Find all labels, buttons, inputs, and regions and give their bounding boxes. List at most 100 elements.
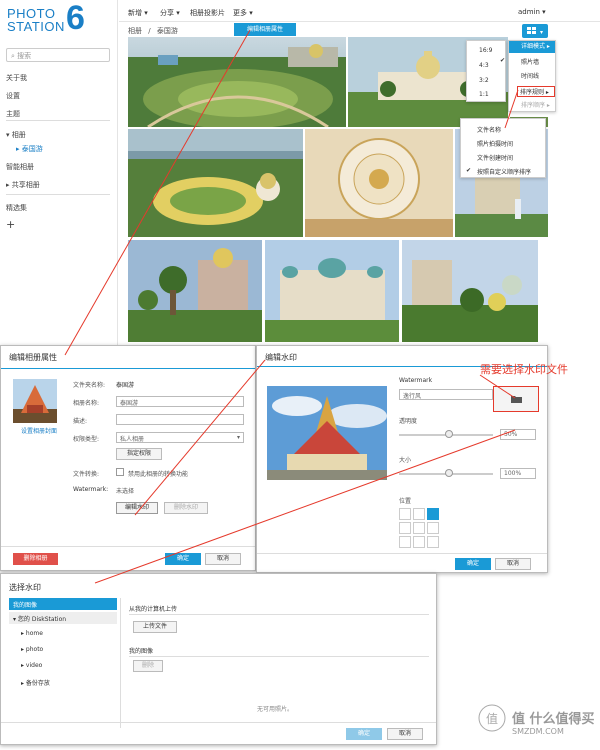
size-label: 大小 xyxy=(399,457,412,464)
menu-item-ratio-3-2[interactable]: 3:2 xyxy=(467,77,505,84)
dialog-title: 编辑水印 xyxy=(265,353,297,362)
disable-conversion-checkbox[interactable] xyxy=(116,468,124,476)
upload-file-button[interactable]: 上传文件 xyxy=(133,621,177,633)
menu-slideshow[interactable]: 相册投影片 xyxy=(190,8,225,18)
menu-item-sort-rule[interactable]: 排序规则 ▸ xyxy=(517,86,555,97)
site-logo-icon: 值 xyxy=(478,704,506,732)
position-cell[interactable] xyxy=(413,508,425,520)
menu-item-label: 排序规则 xyxy=(520,89,545,96)
tree-item-home[interactable]: ▸ home xyxy=(21,630,43,637)
sidebar-item-collections[interactable]: 精选集 xyxy=(6,203,27,213)
position-cell[interactable] xyxy=(399,522,411,534)
photo-image xyxy=(128,129,303,237)
user-menu[interactable]: admin ▾ xyxy=(518,8,546,16)
menu-item-sort-created[interactable]: 文件创建时间 xyxy=(461,153,545,162)
position-cell[interactable] xyxy=(399,536,411,548)
divider xyxy=(1,722,436,723)
position-cell-selected[interactable] xyxy=(427,508,439,520)
photo-image xyxy=(305,129,453,237)
tree-item-backup[interactable]: ▸ 备份存放 xyxy=(21,678,50,687)
ok-button[interactable]: 确定 xyxy=(165,553,201,565)
assign-permission-button[interactable]: 指定权限 xyxy=(116,448,162,460)
ok-button[interactable]: 确定 xyxy=(346,728,382,740)
view-toggle-button[interactable]: ▾ xyxy=(522,24,548,38)
app-logo-number: 6 xyxy=(66,0,85,37)
divider xyxy=(6,120,110,121)
album-cover-thumbnail[interactable] xyxy=(13,379,57,423)
position-cell[interactable] xyxy=(427,522,439,534)
cancel-button[interactable]: 取消 xyxy=(387,728,423,740)
edit-album-button[interactable]: 编辑相册属性 xyxy=(234,23,296,36)
divider xyxy=(257,553,547,554)
photo-palace-teal[interactable] xyxy=(265,240,399,342)
sidebar-item-albums[interactable]: ▾ 相册 xyxy=(6,130,26,140)
menu-item-label: 详细模式 xyxy=(521,43,546,50)
watermark-file-input[interactable]: 逸行风 xyxy=(399,389,493,400)
tree-item-diskstation[interactable]: ▾ 您的 DiskStation xyxy=(9,612,117,624)
position-cell[interactable] xyxy=(399,508,411,520)
edit-watermark-button[interactable]: 编辑水印 xyxy=(116,502,158,514)
menu-item-sort-taken[interactable]: 照片拍摄时间 xyxy=(461,139,545,148)
menu-item-ratio-1-1[interactable]: 1:1 xyxy=(467,91,505,98)
tree-item-photo[interactable]: ▸ photo xyxy=(21,646,43,653)
delete-album-button[interactable]: 删除相册 xyxy=(13,553,58,565)
menu-new[interactable]: 新增 ▾ xyxy=(128,8,148,18)
photo-garden-pattern[interactable] xyxy=(128,129,303,237)
svg-text:值: 值 xyxy=(486,711,498,726)
cancel-button[interactable]: 取消 xyxy=(495,558,531,570)
photo-garden-aerial[interactable] xyxy=(128,37,346,127)
menu-item-timeline[interactable]: 时间线 xyxy=(509,71,555,80)
breadcrumb-root[interactable]: 相册 xyxy=(128,27,142,35)
ok-button[interactable]: 确定 xyxy=(455,558,491,570)
search-input[interactable]: ⌕ 搜索 xyxy=(6,48,110,62)
photo-palace-gardens[interactable] xyxy=(402,240,538,342)
folder-icon xyxy=(511,396,522,403)
menu-item-detail-mode[interactable]: 详细模式 ▸ xyxy=(509,41,555,53)
description-input[interactable] xyxy=(116,414,244,425)
set-cover-link[interactable]: 设置相册封面 xyxy=(21,426,57,435)
divider xyxy=(1,546,255,547)
position-cell[interactable] xyxy=(427,536,439,548)
menu-item-ratio-16-9[interactable]: 16:9 xyxy=(467,47,505,54)
sidebar-item-thailand[interactable]: ▸ 泰国游 xyxy=(16,144,43,154)
add-icon[interactable]: + xyxy=(6,218,15,231)
tree-item-video[interactable]: ▸ video xyxy=(21,662,42,669)
sidebar-item-about[interactable]: 关于我 xyxy=(6,73,27,83)
sidebar-item-theme[interactable]: 主题 xyxy=(6,109,20,119)
watermark-label: Watermark xyxy=(399,377,433,384)
tree-item-my-images[interactable]: 我的图像 xyxy=(9,598,117,610)
select-value: 私人相册 xyxy=(120,436,145,443)
size-slider-handle[interactable] xyxy=(445,469,453,477)
sidebar-item-smart-album[interactable]: 智能相册 xyxy=(6,162,34,172)
divider xyxy=(1,368,255,369)
delete-image-button[interactable]: 删除 xyxy=(133,660,163,672)
opacity-input[interactable]: 50% xyxy=(500,429,536,440)
opacity-slider-handle[interactable] xyxy=(445,430,453,438)
position-cell[interactable] xyxy=(413,522,425,534)
menu-item-sort-filename[interactable]: 文件名称 xyxy=(461,125,545,134)
breadcrumb-current: 泰国游 xyxy=(156,27,178,35)
browse-file-button[interactable] xyxy=(493,386,539,412)
sidebar-item-label: 共享相册 xyxy=(11,181,40,189)
size-input[interactable]: 100% xyxy=(500,468,536,479)
folder-name-value: 泰国游 xyxy=(116,382,135,389)
album-name-input[interactable]: 泰国游 xyxy=(116,396,244,407)
menu-item-sort-custom[interactable]: ✔ 按照自定义顺序排序 xyxy=(461,167,545,176)
sidebar-item-shared[interactable]: ▸ 共享相册 xyxy=(6,180,40,190)
menu-item-photo-wall[interactable]: ✔ 照片墙 xyxy=(500,57,555,66)
position-label: 位置 xyxy=(399,498,412,505)
photo-topiary[interactable] xyxy=(128,240,262,342)
check-icon: ✔ xyxy=(466,167,472,174)
permission-type-select[interactable]: 私人相册 ▾ xyxy=(116,432,244,443)
delete-watermark-button[interactable]: 删除水印 xyxy=(164,502,208,514)
sidebar-item-settings[interactable]: 设置 xyxy=(6,91,20,101)
cancel-button[interactable]: 取消 xyxy=(205,553,241,565)
menu-more[interactable]: 更多 ▾ xyxy=(233,8,253,18)
tree-label: video xyxy=(25,662,43,669)
photo-ceiling[interactable] xyxy=(305,129,453,237)
site-watermark-url: SMZDM.COM xyxy=(512,727,564,736)
menu-share[interactable]: 分享 ▾ xyxy=(160,8,180,18)
menu-item-sort-order[interactable]: 排序顺序 ▸ xyxy=(509,100,555,109)
empty-state-text: 无可用照片。 xyxy=(257,706,294,713)
position-cell[interactable] xyxy=(413,536,425,548)
